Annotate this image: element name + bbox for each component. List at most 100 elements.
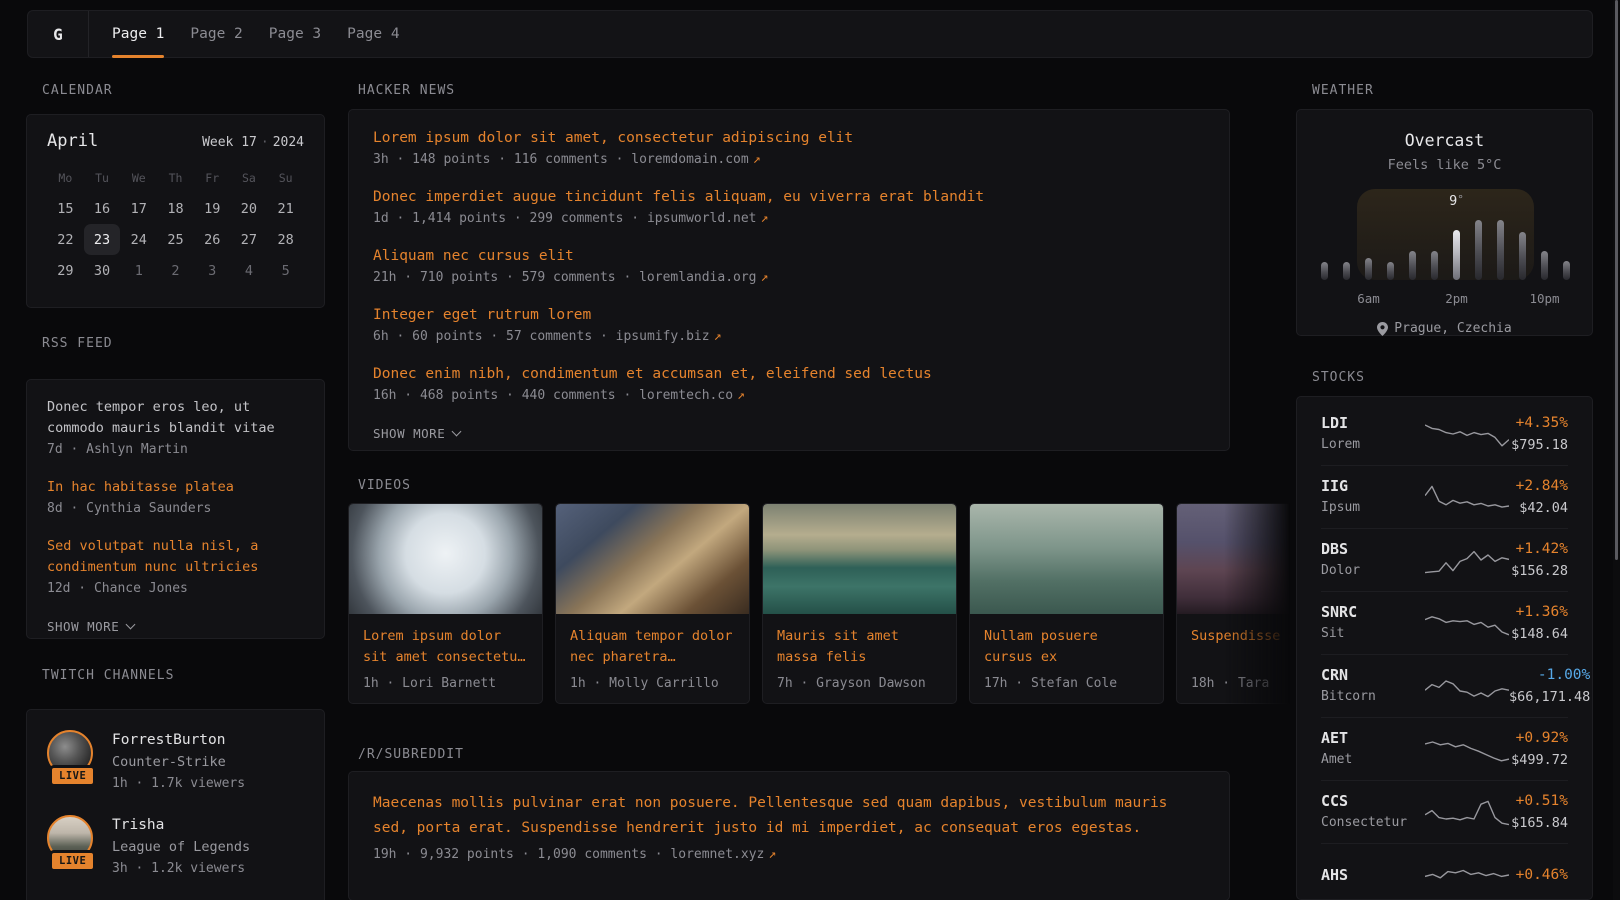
weather-location: Prague, Czechia (1394, 321, 1511, 336)
stock-id: AETAmet (1321, 729, 1425, 769)
hackernews-item: Aliquam nec cursus elit21h · 710 points … (373, 246, 1205, 289)
video-card[interactable]: Nullam posuere cursus ex17h · Stefan Col… (969, 503, 1164, 704)
rss-show-more-button[interactable]: SHOW MORE (47, 619, 134, 634)
video-card[interactable]: Mauris sit amet massa felis7h · Grayson … (762, 503, 957, 704)
subreddit-list: Maecenas mollis pulvinar erat non posuer… (373, 791, 1205, 866)
stock-values: +0.46% (1509, 866, 1568, 885)
weather-hour-bar (1475, 220, 1482, 280)
twitch-avatar-wrap: LIVE (47, 815, 97, 865)
subreddit-item: Maecenas mollis pulvinar erat non posuer… (373, 791, 1205, 866)
stock-values: +1.36%$148.64 (1509, 603, 1568, 643)
twitch-channel-meta: 1h · 1.7k viewers (112, 774, 245, 793)
calendar-day-header: We (120, 163, 157, 193)
twitch-channel-row[interactable]: LIVETrishaLeague of Legends3h · 1.2k vie… (47, 815, 304, 878)
tab-page-3[interactable]: Page 3 (256, 11, 334, 57)
app-logo[interactable]: G (28, 11, 89, 57)
stock-change: +1.36% (1509, 603, 1568, 622)
calendar-day: 27 (231, 224, 268, 255)
left-column: CALENDAR April Week 17·2024 MoTuWeThFrSa… (26, 84, 325, 900)
stock-row[interactable]: IIGIpsum+2.84%$42.04 (1321, 465, 1568, 528)
stock-row[interactable]: CRNBitcorn-1.00%$66,171.48 (1321, 654, 1568, 717)
tab-page-4[interactable]: Page 4 (334, 11, 412, 57)
location-pin-icon (1377, 322, 1388, 336)
stock-row[interactable]: CCSConsectetur+0.51%$165.84 (1321, 780, 1568, 843)
hackernews-item: Lorem ipsum dolor sit amet, consectetur … (373, 128, 1205, 171)
scrollbar-thumb[interactable] (1615, 0, 1618, 560)
stock-name: Sit (1321, 625, 1425, 643)
external-link-icon: ↗ (749, 152, 761, 167)
hackernews-item-meta: 16h · 468 points · 440 comments · loremt… (373, 385, 1205, 407)
stock-sparkline (1425, 608, 1509, 638)
video-card[interactable]: Aliquam tempor dolor nec pharetra…1h · M… (555, 503, 750, 704)
calendar-day-header: Su (267, 163, 304, 193)
weather-hour-bar (1321, 262, 1328, 280)
weather-condition: Overcast (1297, 131, 1592, 150)
hackernews-widget: Lorem ipsum dolor sit amet, consectetur … (348, 109, 1230, 451)
tab-page-1[interactable]: Page 1 (99, 11, 177, 57)
calendar-day: 16 (84, 193, 121, 224)
rss-item-title[interactable]: Sed volutpat nulla nisl, a condimentum n… (47, 536, 304, 578)
weather-hour-bar (1387, 262, 1394, 280)
hackernews-item-title[interactable]: Aliquam nec cursus elit (373, 246, 1205, 267)
hackernews-item-meta: 3h · 148 points · 116 comments · loremdo… (373, 149, 1205, 171)
rss-item-title[interactable]: In hac habitasse platea (47, 477, 304, 498)
story-domain-link[interactable]: loremlandia.org (639, 270, 756, 285)
calendar-day-header: Sa (231, 163, 268, 193)
stock-id: CRNBitcorn (1321, 666, 1425, 706)
calendar-day: 29 (47, 255, 84, 286)
stock-price: $499.72 (1509, 751, 1568, 769)
hackernews-item-title[interactable]: Donec enim nibh, condimentum et accumsan… (373, 364, 1205, 385)
weather-axis: 6am2pm10pm (1297, 291, 1592, 305)
stock-name: Bitcorn (1321, 688, 1425, 706)
stock-price: $66,171.48 (1509, 688, 1590, 706)
hackernews-item-title[interactable]: Integer eget rutrum lorem (373, 305, 1205, 326)
stock-price: $165.84 (1509, 814, 1568, 832)
external-link-icon: ↗ (733, 388, 745, 403)
story-domain-link[interactable]: loremtech.co (639, 388, 733, 403)
stock-row[interactable]: AHS +0.46% (1321, 843, 1568, 900)
video-meta: 18h · Tara (1177, 670, 1290, 691)
subreddit-item-title[interactable]: Maecenas mollis pulvinar erat non posuer… (373, 791, 1205, 841)
weather-hour-bar (1409, 251, 1416, 280)
hackernews-list: Lorem ipsum dolor sit amet, consectetur … (373, 128, 1205, 407)
video-card[interactable]: Lorem ipsum dolor sit amet consectetu…1h… (348, 503, 543, 704)
stock-name: Lorem (1321, 436, 1425, 454)
stock-row[interactable]: SNRCSit+1.36%$148.64 (1321, 591, 1568, 654)
chevron-down-icon (452, 427, 462, 437)
stock-price: $795.18 (1509, 436, 1568, 454)
hackernews-item-title[interactable]: Donec imperdiet augue tincidunt felis al… (373, 187, 1205, 208)
story-domain-link[interactable]: loremdomain.com (631, 152, 748, 167)
stock-change: -1.00% (1509, 666, 1590, 685)
stock-values: +0.92%$499.72 (1509, 729, 1568, 769)
stock-change: +1.42% (1509, 540, 1568, 559)
story-domain-link[interactable]: loremnet.xyz (670, 847, 764, 862)
story-domain-link[interactable]: ipsumworld.net (647, 211, 757, 226)
hackernews-show-more-button[interactable]: SHOW MORE (373, 426, 460, 441)
video-thumbnail (763, 504, 956, 614)
video-card[interactable]: Suspendisse diam18h · Tara (1176, 503, 1290, 704)
weather-chart: 9° (1297, 220, 1592, 280)
stock-symbol: IIG (1321, 477, 1425, 496)
twitch-section-title: TWITCH CHANNELS (42, 669, 325, 682)
rss-item-title[interactable]: Donec tempor eros leo, ut commodo mauris… (47, 397, 304, 439)
video-title: Suspendisse diam (1177, 614, 1290, 670)
stock-sparkline (1425, 545, 1509, 575)
stock-symbol: AHS (1321, 866, 1425, 885)
tab-page-2[interactable]: Page 2 (177, 11, 255, 57)
calendar-day: 24 (120, 224, 157, 255)
calendar-section-title: CALENDAR (42, 84, 325, 97)
nav-tabs: Page 1Page 2Page 3Page 4 (99, 11, 413, 57)
external-link-icon: ↗ (757, 270, 769, 285)
twitch-channel-game: League of Legends (112, 837, 250, 857)
stock-name: Ipsum (1321, 499, 1425, 517)
twitch-channel-row[interactable]: LIVEForrestBurtonCounter-Strike1h · 1.7k… (47, 730, 304, 793)
stock-row[interactable]: AETAmet +0.92%$499.72 (1321, 717, 1568, 780)
stock-row[interactable]: DBSDolor+1.42%$156.28 (1321, 528, 1568, 591)
story-domain-link[interactable]: ipsumify.biz (616, 329, 710, 344)
stock-row[interactable]: LDILorem+4.35%$795.18 (1321, 402, 1568, 465)
stock-sparkline (1425, 419, 1509, 449)
hackernews-item-title[interactable]: Lorem ipsum dolor sit amet, consectetur … (373, 128, 1205, 149)
calendar-day-header: Mo (47, 163, 84, 193)
video-thumbnail (970, 504, 1163, 614)
degree-symbol: ° (1457, 193, 1464, 206)
